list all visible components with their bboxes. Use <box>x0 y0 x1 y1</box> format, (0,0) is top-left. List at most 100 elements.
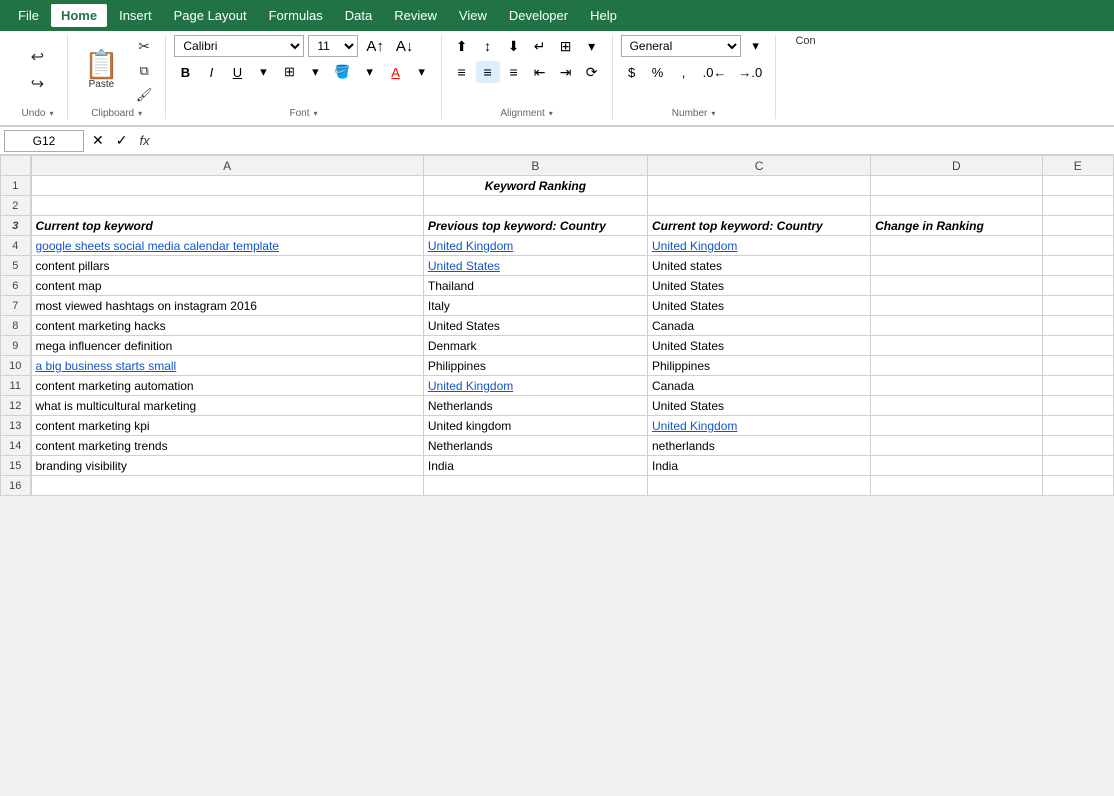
empty-cell[interactable] <box>423 476 647 496</box>
cell-D6[interactable] <box>871 276 1042 296</box>
menu-item-review[interactable]: Review <box>384 4 447 27</box>
cell-E13[interactable] <box>1042 416 1113 436</box>
cell-B6[interactable]: Thailand <box>423 276 647 296</box>
cell-C7[interactable]: United States <box>647 296 870 316</box>
cell-D3[interactable]: Change in Ranking <box>871 216 1042 236</box>
font-color-dropdown[interactable]: ▾ <box>411 61 433 83</box>
align-left-btn[interactable]: ≡ <box>450 61 474 83</box>
col-header-B[interactable]: B <box>423 156 647 176</box>
cell-D12[interactable] <box>871 396 1042 416</box>
cell-E11[interactable] <box>1042 376 1113 396</box>
align-bottom-btn[interactable]: ⬇ <box>502 35 526 57</box>
cell-B1[interactable]: Keyword Ranking <box>423 176 647 196</box>
cell-E2[interactable] <box>1042 196 1113 216</box>
cell-E9[interactable] <box>1042 336 1113 356</box>
cell-B8[interactable]: United States <box>423 316 647 336</box>
menu-item-home[interactable]: Home <box>51 4 107 27</box>
empty-cell[interactable] <box>1042 476 1113 496</box>
cell-D5[interactable] <box>871 256 1042 276</box>
cell-E15[interactable] <box>1042 456 1113 476</box>
cell-D14[interactable] <box>871 436 1042 456</box>
cell-A13[interactable]: content marketing kpi <box>31 416 424 436</box>
menu-item-developer[interactable]: Developer <box>499 4 578 27</box>
font-color-button[interactable]: A <box>385 61 407 83</box>
cell-B14[interactable]: Netherlands <box>423 436 647 456</box>
cell-B3[interactable]: Previous top keyword: Country <box>423 216 647 236</box>
decrease-font-btn[interactable]: A↓ <box>392 35 418 57</box>
cell-C1[interactable] <box>647 176 870 196</box>
cell-D1[interactable] <box>871 176 1042 196</box>
cell-C15[interactable]: India <box>647 456 870 476</box>
cell-E7[interactable] <box>1042 296 1113 316</box>
cell-D13[interactable] <box>871 416 1042 436</box>
col-header-C[interactable]: C <box>647 156 870 176</box>
align-middle-btn[interactable]: ↕ <box>476 35 500 57</box>
cell-E12[interactable] <box>1042 396 1113 416</box>
cell-D9[interactable] <box>871 336 1042 356</box>
cell-B12[interactable]: Netherlands <box>423 396 647 416</box>
cell-C5[interactable]: United states <box>647 256 870 276</box>
align-right-btn[interactable]: ≡ <box>502 61 526 83</box>
cell-D15[interactable] <box>871 456 1042 476</box>
cell-A5[interactable]: content pillars <box>31 256 424 276</box>
col-header-D[interactable]: D <box>871 156 1042 176</box>
cut-button[interactable]: ✂ <box>131 35 158 58</box>
cell-B9[interactable]: Denmark <box>423 336 647 356</box>
cell-C9[interactable]: United States <box>647 336 870 356</box>
cell-B5[interactable]: United States <box>423 256 647 276</box>
decrease-indent-btn[interactable]: ⇤ <box>528 61 552 83</box>
cell-reference-input[interactable] <box>4 130 84 152</box>
borders-button[interactable]: ⊞ <box>278 61 300 83</box>
font-size-select[interactable]: 11 <box>308 35 358 57</box>
cell-C12[interactable]: United States <box>647 396 870 416</box>
cell-B10[interactable]: Philippines <box>423 356 647 376</box>
currency-btn[interactable]: $ <box>621 61 643 83</box>
align-top-btn[interactable]: ⬆ <box>450 35 474 57</box>
increase-font-btn[interactable]: A↑ <box>362 35 388 57</box>
cell-C10[interactable]: Philippines <box>647 356 870 376</box>
menu-item-help[interactable]: Help <box>580 4 627 27</box>
formula-confirm-btn[interactable]: ✓ <box>112 130 132 151</box>
cell-B4[interactable]: United Kingdom <box>423 236 647 256</box>
col-header-E[interactable]: E <box>1042 156 1113 176</box>
cell-A11[interactable]: content marketing automation <box>31 376 424 396</box>
cell-C6[interactable]: United States <box>647 276 870 296</box>
cell-A10[interactable]: a big business starts small <box>31 356 424 376</box>
cell-E8[interactable] <box>1042 316 1113 336</box>
menu-item-insert[interactable]: Insert <box>109 4 162 27</box>
comma-btn[interactable]: , <box>673 61 695 83</box>
empty-cell[interactable] <box>647 476 870 496</box>
cell-A15[interactable]: branding visibility <box>31 456 424 476</box>
cell-C8[interactable]: Canada <box>647 316 870 336</box>
cell-C2[interactable] <box>647 196 870 216</box>
fill-color-dropdown[interactable]: ▾ <box>359 61 381 83</box>
cell-A8[interactable]: content marketing hacks <box>31 316 424 336</box>
empty-cell[interactable] <box>871 476 1042 496</box>
cell-A3[interactable]: Current top keyword <box>31 216 424 236</box>
cell-E10[interactable] <box>1042 356 1113 376</box>
cell-D11[interactable] <box>871 376 1042 396</box>
format-painter-button[interactable]: 🖌 <box>131 84 158 106</box>
cell-A14[interactable]: content marketing trends <box>31 436 424 456</box>
font-family-select[interactable]: Calibri <box>174 35 304 57</box>
redo-button[interactable]: ↪ <box>26 71 49 97</box>
cell-A6[interactable]: content map <box>31 276 424 296</box>
menu-item-data[interactable]: Data <box>335 4 382 27</box>
formula-cancel-btn[interactable]: ✕ <box>88 130 108 151</box>
italic-button[interactable]: I <box>200 61 222 83</box>
align-center-btn[interactable]: ≡ <box>476 61 500 83</box>
percent-btn[interactable]: % <box>647 61 669 83</box>
paste-button[interactable]: 📋 Paste <box>76 44 127 98</box>
cell-D8[interactable] <box>871 316 1042 336</box>
cell-A2[interactable] <box>31 196 424 216</box>
fill-color-button[interactable]: 🪣 <box>330 61 354 83</box>
cell-D7[interactable] <box>871 296 1042 316</box>
empty-cell[interactable] <box>31 476 424 496</box>
underline-button[interactable]: U <box>226 61 248 83</box>
cell-B13[interactable]: United kingdom <box>423 416 647 436</box>
merge-btn[interactable]: ⊞ <box>554 35 578 57</box>
cell-D10[interactable] <box>871 356 1042 376</box>
increase-indent-btn[interactable]: ⇥ <box>554 61 578 83</box>
menu-item-page-layout[interactable]: Page Layout <box>164 4 257 27</box>
formula-input[interactable] <box>158 130 1110 152</box>
